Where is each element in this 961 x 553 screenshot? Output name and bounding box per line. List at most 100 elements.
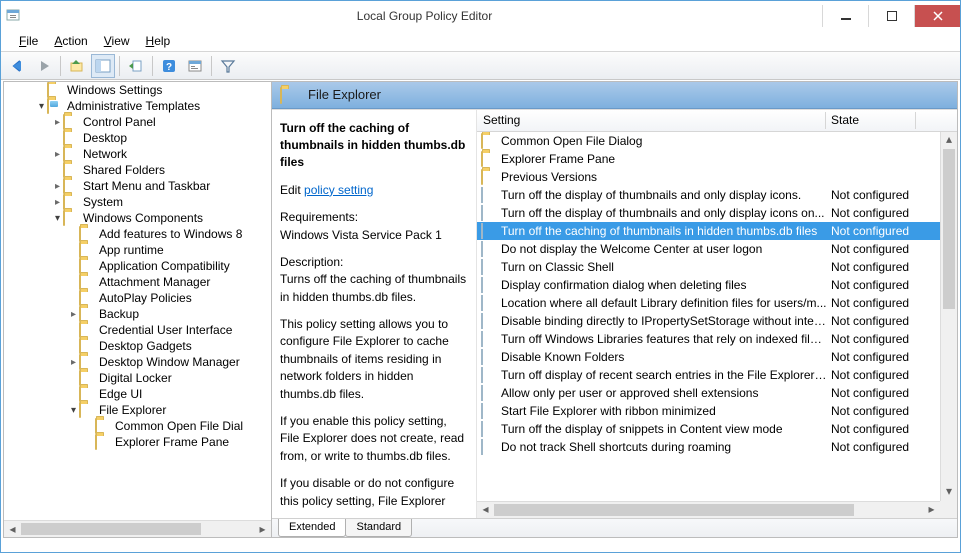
settings-policy-row[interactable]: Turn off the display of thumbnails and o… (477, 186, 940, 204)
tree-item-label: Control Panel (83, 115, 156, 129)
navigation-tree[interactable]: Windows Settings ▾ Administrative Template… (4, 82, 272, 537)
tree-item[interactable]: ▾ File Explorer (4, 402, 271, 418)
tree-item-label: Edge UI (99, 387, 142, 401)
settings-policy-row[interactable]: Turn off the display of thumbnails and o… (477, 204, 940, 222)
policy-icon (481, 242, 497, 256)
tree-item-label: Administrative Templates (67, 99, 200, 113)
export-button[interactable] (124, 54, 148, 78)
tree-item[interactable]: ▸Backup (4, 306, 271, 322)
policy-icon (481, 296, 497, 310)
settings-policy-row[interactable]: Disable Known FoldersNot configured (477, 348, 940, 366)
setting-state: Not configured (827, 332, 919, 346)
show-hide-tree-button[interactable] (91, 54, 115, 78)
tree-item[interactable]: ▾Windows Components (4, 210, 271, 226)
back-button[interactable] (6, 54, 30, 78)
policy-icon (481, 386, 497, 400)
menu-file[interactable]: File (11, 32, 46, 50)
column-state[interactable]: State (831, 113, 916, 127)
tree-item[interactable]: Desktop Gadgets (4, 338, 271, 354)
folder-icon (63, 147, 79, 161)
tree-item-label: Network (83, 147, 127, 161)
tree-item[interactable]: AutoPlay Policies (4, 290, 271, 306)
settings-vertical-scrollbar[interactable]: ▴▾ (940, 132, 957, 501)
content-header: File Explorer (272, 82, 957, 109)
settings-policy-row[interactable]: Location where all default Library defin… (477, 294, 940, 312)
settings-folder-row[interactable]: Common Open File Dialog (477, 132, 940, 150)
maximize-button[interactable] (868, 5, 914, 27)
settings-list[interactable]: Setting State Common Open File DialogExp… (476, 110, 957, 518)
tree-disclosure-icon[interactable]: ▸ (68, 309, 79, 320)
settings-policy-row[interactable]: Do not track Shell shortcuts during roam… (477, 438, 940, 456)
tree-item[interactable]: Common Open File Dial (4, 418, 271, 434)
settings-policy-row[interactable]: Turn off display of recent search entrie… (477, 366, 940, 384)
tree-disclosure-icon[interactable]: ▸ (52, 197, 63, 208)
folder-icon (95, 419, 111, 433)
tree-disclosure-icon[interactable]: ▾ (68, 405, 79, 416)
filter-button[interactable] (216, 54, 240, 78)
setting-name: Turn on Classic Shell (501, 260, 827, 274)
settings-folder-row[interactable]: Previous Versions (477, 168, 940, 186)
tree-item[interactable]: ▸ System (4, 194, 271, 210)
settings-policy-row[interactable]: Disable binding directly to IPropertySet… (477, 312, 940, 330)
tree-item[interactable]: ▸Desktop Window Manager (4, 354, 271, 370)
tree-disclosure-icon[interactable]: ▾ (52, 213, 63, 224)
tree-item[interactable]: Edge UI (4, 386, 271, 402)
tree-item[interactable]: Desktop (4, 130, 271, 146)
tab-extended[interactable]: Extended (278, 519, 346, 537)
close-button[interactable] (914, 5, 960, 27)
column-setting[interactable]: Setting (477, 113, 827, 127)
settings-folder-row[interactable]: Explorer Frame Pane (477, 150, 940, 168)
settings-policy-row[interactable]: Display confirmation dialog when deletin… (477, 276, 940, 294)
menu-help[interactable]: Help (138, 32, 179, 50)
policy-icon (481, 260, 497, 274)
column-headers[interactable]: Setting State (477, 110, 957, 132)
tree-item[interactable]: ▸ Network (4, 146, 271, 162)
tree-disclosure-icon[interactable]: ▸ (52, 181, 63, 192)
setting-state: Not configured (827, 440, 919, 454)
settings-policy-row[interactable]: Do not display the Welcome Center at use… (477, 240, 940, 258)
settings-policy-row[interactable]: Turn off Windows Libraries features that… (477, 330, 940, 348)
tab-standard[interactable]: Standard (345, 519, 412, 537)
up-button[interactable] (65, 54, 89, 78)
tree-item-label: System (83, 195, 123, 209)
tree-horizontal-scrollbar[interactable]: ◂▸ (4, 520, 271, 537)
tree-item[interactable]: ▾ Administrative Templates (4, 98, 271, 114)
tree-item[interactable]: Windows Settings (4, 82, 271, 98)
tree-item[interactable]: Application Compatibility (4, 258, 271, 274)
tree-item[interactable]: Shared Folders (4, 162, 271, 178)
tree-item[interactable]: App runtime (4, 242, 271, 258)
menu-view[interactable]: View (96, 32, 138, 50)
tree-disclosure-icon[interactable]: ▸ (68, 357, 79, 368)
edit-policy-link[interactable]: policy setting (304, 183, 373, 197)
minimize-button[interactable] (822, 5, 868, 27)
folder-icon (95, 435, 111, 449)
selected-policy-title: Turn off the caching of thumbnails in hi… (280, 120, 468, 172)
forward-button[interactable] (32, 54, 56, 78)
properties-button[interactable] (183, 54, 207, 78)
setting-name: Disable binding directly to IPropertySet… (501, 314, 827, 328)
help-button[interactable]: ? (157, 54, 181, 78)
tree-item[interactable]: Add features to Windows 8 (4, 226, 271, 242)
tree-item[interactable]: Attachment Manager (4, 274, 271, 290)
tree-disclosure-icon[interactable]: ▾ (36, 101, 47, 112)
settings-policy-row[interactable]: Turn off the display of snippets in Cont… (477, 420, 940, 438)
content-header-title: File Explorer (308, 87, 381, 102)
settings-horizontal-scrollbar[interactable]: ◂▸ (477, 501, 957, 518)
tree-item-label: File Explorer (99, 403, 166, 417)
settings-policy-row[interactable]: Turn off the caching of thumbnails in hi… (477, 222, 940, 240)
tree-item[interactable]: ▸Start Menu and Taskbar (4, 178, 271, 194)
settings-policy-row[interactable]: Turn on Classic ShellNot configured (477, 258, 940, 276)
tree-item[interactable]: Explorer Frame Pane (4, 434, 271, 450)
tree-disclosure-icon[interactable]: ▸ (52, 149, 63, 160)
menu-action[interactable]: Action (46, 32, 95, 50)
tree-item[interactable]: Credential User Interface (4, 322, 271, 338)
settings-policy-row[interactable]: Allow only per user or approved shell ex… (477, 384, 940, 402)
folder-icon (79, 291, 95, 305)
folder-icon (481, 152, 497, 166)
tree-item[interactable]: Digital Locker (4, 370, 271, 386)
tree-item[interactable]: ▸ Control Panel (4, 114, 271, 130)
settings-policy-row[interactable]: Start File Explorer with ribbon minimize… (477, 402, 940, 420)
folder-icon (79, 355, 95, 369)
menubar: File Action View Help (1, 31, 960, 52)
tree-disclosure-icon[interactable]: ▸ (52, 117, 63, 128)
